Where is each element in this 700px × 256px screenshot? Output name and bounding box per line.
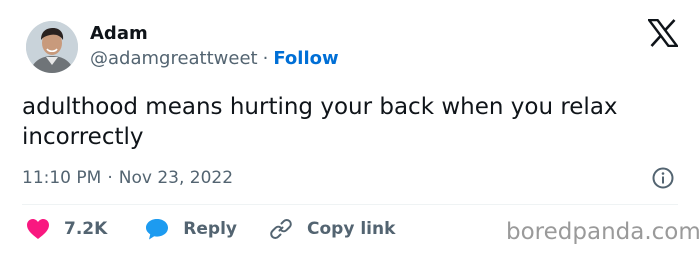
heart-icon [27,219,49,239]
tweet-timestamp[interactable]: 11:10 PM · Nov 23, 2022 [22,167,233,189]
tweet-card: Adam @adamgreattweet · Follow adulthood me… [0,0,700,256]
avatar-image [26,21,78,73]
tweet-date: Nov 23, 2022 [118,168,234,188]
reply-button[interactable]: Reply [145,218,237,240]
tweet-time: 11:10 PM [22,168,102,188]
avatar[interactable] [26,21,78,73]
copy-link-label: Copy link [307,219,396,239]
follow-button[interactable]: Follow [273,48,338,69]
divider [22,204,678,205]
link-icon [270,219,292,239]
handle-separator: · [262,48,269,69]
x-logo-icon[interactable] [646,18,680,48]
info-icon[interactable] [651,166,675,190]
copy-link-button[interactable]: Copy link [269,217,395,241]
reply-label: Reply [183,219,237,239]
author-meta: @adamgreattweet · Follow [90,47,339,71]
tweet-text: adulthood means hurting your back when y… [22,94,618,150]
like-count: 7.2K [64,219,108,239]
watermark: boredpanda.com [506,219,700,245]
timestamp-separator: · [107,168,113,188]
author-handle[interactable]: @adamgreattweet [90,48,258,69]
like-button[interactable]: 7.2K [26,218,107,240]
speech-bubble-icon [146,219,169,240]
author-name[interactable]: Adam [90,22,148,46]
action-bar: 7.2K Reply Copy link [22,216,395,242]
